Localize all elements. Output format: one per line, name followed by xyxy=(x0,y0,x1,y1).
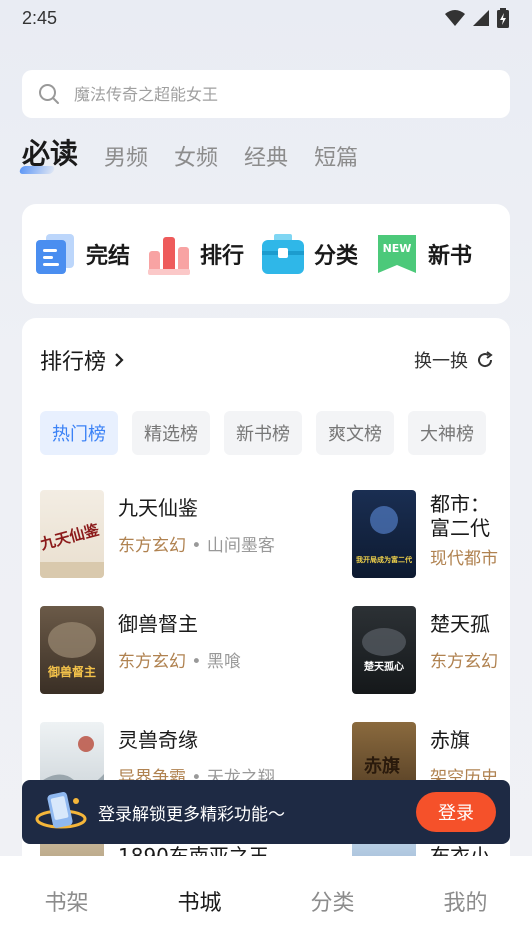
ranking-bars-icon xyxy=(148,237,191,275)
svg-text:我开局成为富二代: 我开局成为富二代 xyxy=(356,555,412,564)
ranking-title-link[interactable]: 排行榜 xyxy=(40,344,124,376)
tab-short[interactable]: 短篇 xyxy=(314,140,358,176)
book-info: 九天仙鉴 东方玄幻 • 山间墨客 xyxy=(118,490,275,578)
nav-bookstore[interactable]: 书城 xyxy=(177,885,221,917)
new-badge-icon: NEW xyxy=(378,235,417,273)
svg-text:赤旗: 赤旗 xyxy=(364,755,400,777)
bottom-nav: 书架 书城 分类 我的 xyxy=(0,856,532,946)
book-genre: 东方玄幻 xyxy=(118,652,186,672)
quick-entry-label: 分类 xyxy=(314,244,359,269)
book-item[interactable]: 九天仙鉴 九天仙鉴 东方玄幻 • 山间墨客 xyxy=(40,490,275,578)
book-info: 楚天孤 东方玄幻 xyxy=(430,606,498,694)
book-item[interactable]: 我开局成为富二代 都市： 富二代 现代都市 xyxy=(352,490,498,578)
book-meta: 东方玄幻 • 黑喰 xyxy=(118,652,241,672)
book-finished-icon xyxy=(36,234,74,274)
book-cover: 楚天孤心 xyxy=(352,606,416,694)
category-box-icon xyxy=(262,234,305,274)
nav-profile[interactable]: 我的 xyxy=(443,885,487,917)
cover-art: 九天仙鉴 xyxy=(40,520,104,578)
rank-tab-master[interactable]: 大神榜 xyxy=(408,411,486,455)
svg-text:九天仙鉴: 九天仙鉴 xyxy=(40,520,102,553)
battery-icon xyxy=(497,8,509,28)
rank-tab-hot[interactable]: 热门榜 xyxy=(40,411,118,455)
cover-art: 楚天孤心 xyxy=(362,628,406,673)
book-meta: 东方玄幻 • 山间墨客 xyxy=(118,536,275,556)
book-cover: 御兽督主 xyxy=(40,606,104,694)
status-icons xyxy=(444,8,510,28)
tab-classic[interactable]: 经典 xyxy=(244,140,288,176)
svg-text:御兽督主: 御兽督主 xyxy=(47,664,96,679)
search-input[interactable] xyxy=(74,84,454,104)
quick-entry-finished[interactable]: 完结 xyxy=(32,231,130,277)
login-banner: 登录解锁更多精彩功能～ 登录 xyxy=(22,780,510,844)
quick-entry-category[interactable]: 分类 xyxy=(260,231,358,277)
book-item[interactable]: 御兽督主 御兽督主 东方玄幻 • 黑喰 xyxy=(40,606,241,694)
wifi-icon xyxy=(445,10,465,26)
rank-tab-selected[interactable]: 精选榜 xyxy=(132,411,210,455)
book-title: 赤旗 xyxy=(430,728,470,752)
nav-bookshelf[interactable]: 书架 xyxy=(44,885,88,917)
refresh-label: 换一换 xyxy=(414,351,468,372)
tab-female[interactable]: 女频 xyxy=(174,140,218,176)
refresh-button[interactable]: 换一换 xyxy=(414,347,494,373)
book-title: 都市： 富二代 xyxy=(430,492,490,540)
phone-unlock-icon xyxy=(35,792,87,829)
book-title: 御兽督主 xyxy=(118,612,198,636)
cover-art: 御兽督主 xyxy=(47,622,96,679)
search-bar[interactable] xyxy=(22,70,510,118)
book-meta: 现代都市 xyxy=(430,544,498,569)
login-banner-text: 登录解锁更多精彩功能～ xyxy=(98,804,285,825)
book-title: 楚天孤 xyxy=(430,612,490,636)
nav-category[interactable]: 分类 xyxy=(310,885,354,917)
quick-entry-newbook[interactable]: NEW 新书 xyxy=(374,231,472,277)
ranking-title: 排行榜 xyxy=(40,350,107,375)
cover-art: 我开局成为富二代 xyxy=(356,506,412,564)
svg-text:NEW: NEW xyxy=(383,242,412,255)
tab-male[interactable]: 男频 xyxy=(104,140,148,176)
book-cover: 我开局成为富二代 xyxy=(352,490,416,578)
book-info: 御兽督主 东方玄幻 • 黑喰 xyxy=(118,606,241,694)
quick-entry-ranking[interactable]: 排行 xyxy=(146,231,244,277)
refresh-icon xyxy=(478,351,493,368)
signal-icon xyxy=(473,10,489,26)
book-genre: 现代都市 xyxy=(430,549,498,569)
chevron-right-icon xyxy=(115,353,124,367)
book-info: 都市： 富二代 现代都市 xyxy=(430,490,498,578)
ranking-header: 排行榜 换一换 xyxy=(40,344,494,376)
book-title: 灵兽奇缘 xyxy=(118,728,198,752)
book-item[interactable]: 楚天孤心 楚天孤 东方玄幻 xyxy=(352,606,498,694)
status-time: 2:45 xyxy=(22,7,58,28)
book-author: 山间墨客 xyxy=(206,536,275,556)
svg-text:楚天孤心: 楚天孤心 xyxy=(363,660,404,673)
book-author: 黑喰 xyxy=(206,652,241,672)
status-bar: 2:45 xyxy=(0,0,532,36)
book-genre: 东方玄幻 xyxy=(430,652,498,672)
book-title: 九天仙鉴 xyxy=(118,496,198,520)
search-icon xyxy=(39,84,59,104)
channel-tabs: 必读 男频 女频 经典 短篇 xyxy=(22,136,358,176)
login-button[interactable]: 登录 xyxy=(416,792,496,832)
tab-bidu[interactable]: 必读 xyxy=(22,132,78,176)
quick-entry-label: 排行 xyxy=(200,244,245,269)
rank-tab-shuangwen[interactable]: 爽文榜 xyxy=(316,411,394,455)
quick-entry-card: 完结 排行 分类 NEW 新书 xyxy=(22,204,510,304)
book-meta: 东方玄幻 xyxy=(430,647,498,672)
ranking-tabs: 热门榜 精选榜 新书榜 爽文榜 大神榜 xyxy=(40,411,486,455)
book-cover: 九天仙鉴 xyxy=(40,490,104,578)
rank-tab-new[interactable]: 新书榜 xyxy=(224,411,302,455)
book-genre: 东方玄幻 xyxy=(118,536,186,556)
quick-entry-label: 新书 xyxy=(428,244,473,269)
quick-entry-label: 完结 xyxy=(86,244,131,269)
